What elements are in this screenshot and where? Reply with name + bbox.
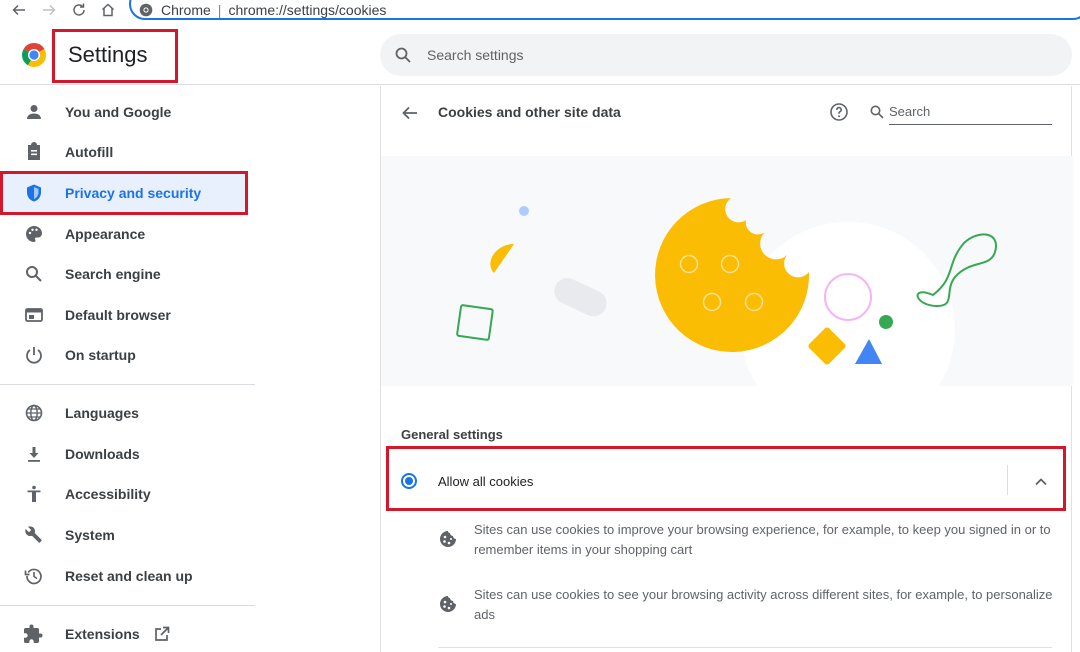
sidebar-item-label: Default browser <box>65 307 171 323</box>
sidebar-item-search-engine[interactable]: Search engine <box>0 254 256 294</box>
row-divider <box>438 647 1052 648</box>
settings-search-field[interactable]: Search settings <box>380 34 1072 76</box>
omnibox-chip: Chrome <box>161 2 211 18</box>
card-title: Cookies and other site data <box>438 104 621 120</box>
sidebar-item-label: Extensions <box>65 626 140 642</box>
search-icon <box>395 47 411 63</box>
sidebar-item-autofill[interactable]: Autofill <box>0 132 256 172</box>
clipboard-icon <box>24 142 44 162</box>
sidebar-item-label: Autofill <box>65 144 114 160</box>
sidebar: You and Google Autofill Privacy and secu… <box>0 86 256 652</box>
arrow-left-icon <box>12 4 25 16</box>
allow-all-cookies-radio[interactable] <box>401 473 417 489</box>
sidebar-item-default-browser[interactable]: Default browser <box>0 295 256 335</box>
sidebar-item-reset-and-clean-up[interactable]: Reset and clean up <box>0 556 256 596</box>
card-header: Cookies and other site data Search <box>381 86 1073 141</box>
arrow-right-icon <box>43 4 56 16</box>
sidebar-item-downloads[interactable]: Downloads <box>0 434 256 474</box>
sidebar-item-label: Languages <box>65 405 139 421</box>
omnibox-separator: | <box>217 2 222 18</box>
search-icon <box>870 105 884 119</box>
chrome-logo-icon <box>22 43 46 67</box>
search-icon <box>24 264 44 284</box>
cookie-icon <box>440 596 456 612</box>
browser-toolbar: Chrome | chrome://settings/cookies <box>0 0 1080 21</box>
sidebar-item-accessibility[interactable]: Accessibility <box>0 474 256 514</box>
cookies-settings-card: Cookies and other site data Search Gener… <box>380 86 1073 652</box>
sidebar-item-label: Reset and clean up <box>65 568 193 584</box>
sidebar-item-label: System <box>65 527 115 543</box>
download-icon <box>24 444 44 464</box>
sidebar-item-you-and-google[interactable]: You and Google <box>0 92 256 132</box>
search-underline <box>889 124 1052 125</box>
omnibox-content: Chrome | chrome://settings/cookies <box>139 1 386 19</box>
globe-icon <box>24 403 44 423</box>
sidebar-item-label: On startup <box>65 347 136 363</box>
palette-icon <box>24 224 44 244</box>
row-separator <box>1007 465 1008 495</box>
reload-icon <box>73 3 85 16</box>
sidebar-item-appearance[interactable]: Appearance <box>0 214 256 254</box>
power-icon <box>24 345 44 365</box>
back-button[interactable] <box>8 0 30 20</box>
restore-icon <box>24 566 44 586</box>
chrome-site-icon <box>139 3 153 17</box>
chevron-up-icon[interactable] <box>1032 473 1050 491</box>
cookie-description-text: Sites can use cookies to improve your br… <box>474 522 1051 557</box>
search-placeholder: Search settings <box>427 47 524 63</box>
sidebar-item-label: Appearance <box>65 226 146 242</box>
allow-all-cookies-label[interactable]: Allow all cookies <box>438 474 533 489</box>
cookie-illustration-graphic <box>456 198 997 386</box>
sidebar-divider <box>0 384 255 385</box>
cookies-search-input[interactable]: Search <box>889 104 930 119</box>
sidebar-item-extensions[interactable]: Extensions <box>0 614 256 652</box>
sidebar-item-label: Accessibility <box>65 486 151 502</box>
cookies-illustration <box>381 156 1073 386</box>
settings-header: Settings Search settings <box>0 21 1080 85</box>
browser-window-icon <box>24 305 44 325</box>
shield-icon <box>24 183 44 203</box>
back-arrow-icon[interactable] <box>400 103 420 123</box>
cookie-icon <box>440 531 456 547</box>
forward-button[interactable] <box>38 0 60 20</box>
wrench-icon <box>24 525 44 545</box>
home-icon <box>101 3 115 17</box>
general-settings-label: General settings <box>401 427 503 442</box>
sidebar-item-system[interactable]: System <box>0 515 256 555</box>
sidebar-divider <box>0 605 255 606</box>
help-icon[interactable] <box>829 102 849 122</box>
sidebar-item-on-startup[interactable]: On startup <box>0 335 256 375</box>
omnibox-url[interactable]: chrome://settings/cookies <box>228 2 386 18</box>
person-icon <box>24 102 44 122</box>
sidebar-item-languages[interactable]: Languages <box>0 393 256 433</box>
puzzle-icon <box>24 624 44 644</box>
sidebar-item-label: Downloads <box>65 446 140 462</box>
sidebar-item-label: Privacy and security <box>65 185 202 201</box>
sidebar-item-label: You and Google <box>65 104 172 120</box>
page-title: Settings <box>68 42 148 67</box>
reload-button[interactable] <box>68 0 90 20</box>
cookie-description-text: Sites can use cookies to see your browsi… <box>474 587 1053 622</box>
home-button[interactable] <box>97 0 119 20</box>
open-in-new-icon <box>155 626 170 641</box>
sidebar-item-label: Search engine <box>65 266 161 282</box>
accessibility-icon <box>24 484 44 504</box>
sidebar-item-privacy-and-security[interactable]: Privacy and security <box>0 173 256 213</box>
